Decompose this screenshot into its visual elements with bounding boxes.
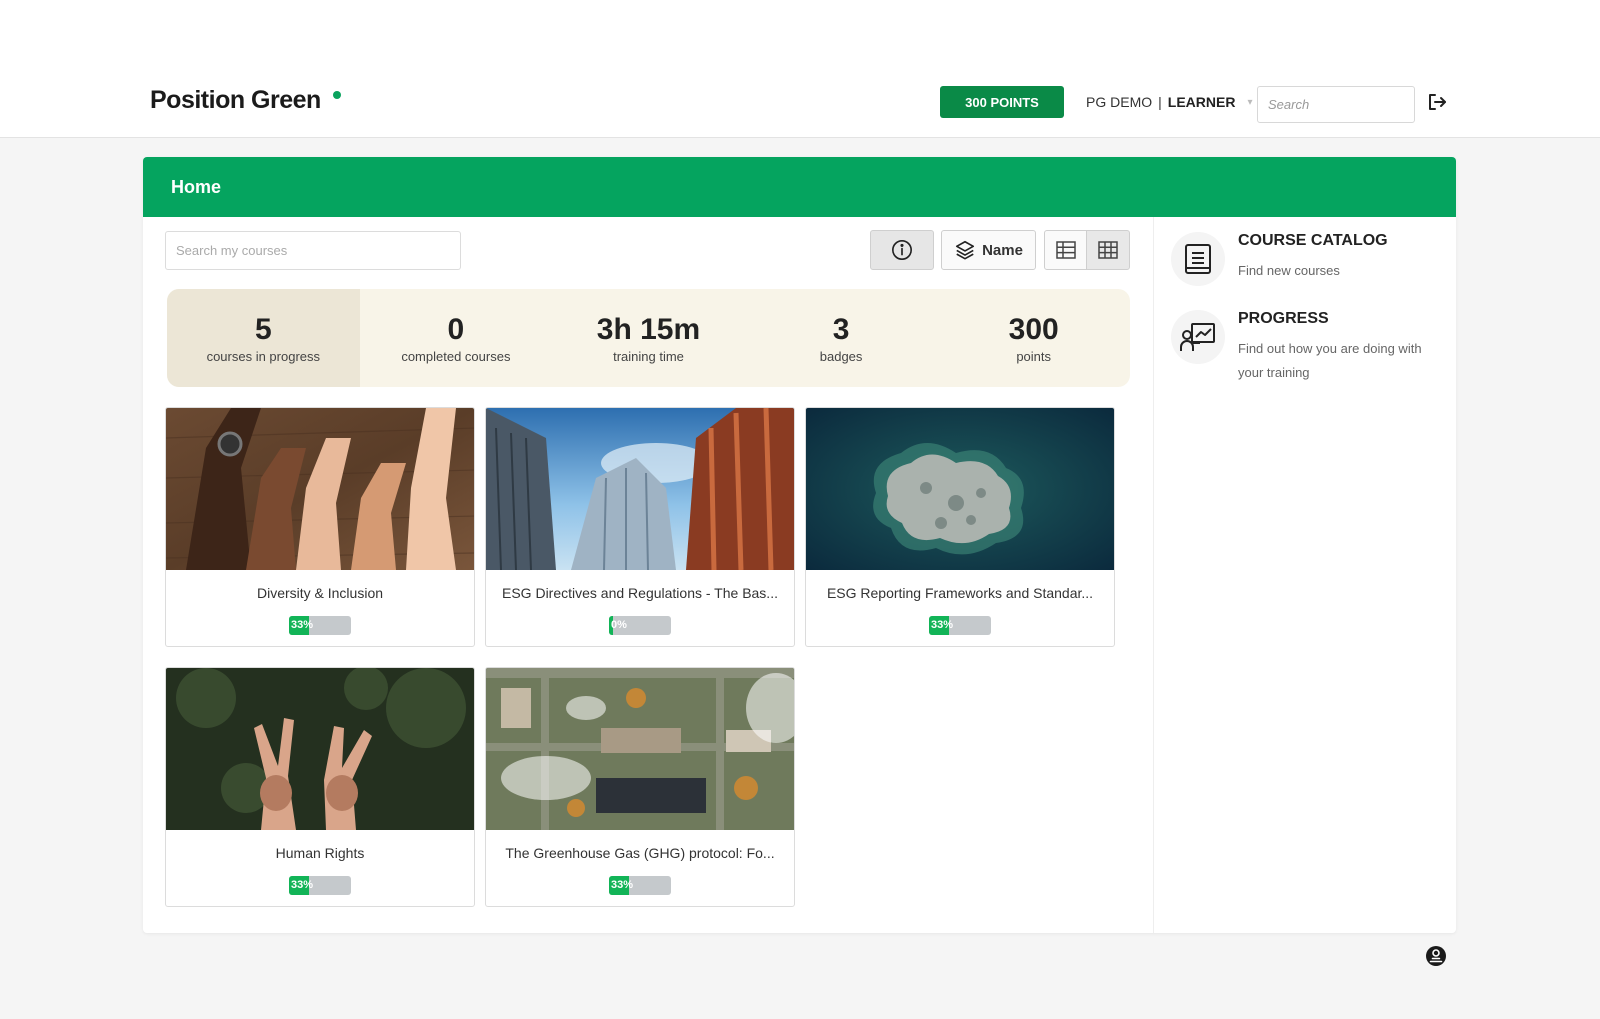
course-progress-bar: 33% [289, 876, 351, 895]
course-image-factory[interactable] [486, 668, 794, 830]
course-progress-label: 33% [931, 619, 954, 631]
sort-label: Name [982, 241, 1023, 259]
stat-label: training time [613, 348, 684, 364]
page-title-bar: Home [143, 157, 1456, 217]
chevron-down-icon[interactable]: ▾ [1247, 97, 1252, 108]
stat-label: points [1016, 348, 1052, 364]
course-title[interactable]: Diversity & Inclusion [166, 585, 474, 601]
layers-icon [955, 240, 975, 260]
info-icon [892, 240, 912, 260]
info-button[interactable] [870, 230, 934, 270]
stat-value: 3 [832, 312, 850, 346]
course-image-island[interactable] [806, 408, 1114, 570]
page-title: Home [171, 176, 222, 197]
stat-points[interactable]: 300 points [937, 289, 1130, 387]
course-title[interactable]: The Greenhouse Gas (GHG) protocol: Fo... [486, 845, 794, 861]
course-progress-bar: 33% [609, 876, 671, 895]
stat-label: completed courses [401, 348, 511, 364]
points-button[interactable]: 300 POINTS [940, 86, 1064, 118]
stat-training-time: 3h 15m training time [552, 289, 745, 387]
user-menu[interactable]: PG DEMO | LEARNER ▾ [1086, 94, 1252, 110]
logout-icon[interactable] [1425, 90, 1449, 114]
progress-chart-icon [1171, 310, 1225, 364]
help-icon[interactable] [1425, 945, 1447, 967]
logo-dot [333, 91, 341, 99]
course-image-buildings[interactable] [486, 408, 794, 570]
stat-label: courses in progress [206, 348, 321, 364]
sort-button[interactable]: Name [941, 230, 1036, 270]
home-panel: Home Name [143, 157, 1456, 933]
top-header: Position Green 300 POINTS PG DEMO | LEAR… [0, 0, 1600, 138]
course-title[interactable]: ESG Reporting Frameworks and Standar... [806, 585, 1114, 601]
list-view-icon [1055, 241, 1076, 259]
user-role: LEARNER [1167, 94, 1236, 110]
stat-value: 5 [254, 312, 272, 346]
logo[interactable]: Position Green [150, 86, 321, 115]
stat-badges[interactable]: 3 badges [745, 289, 938, 387]
stat-label: badges [819, 348, 863, 364]
book-icon [1171, 232, 1225, 286]
course-progress-label: 0% [611, 619, 627, 631]
header-search-input[interactable] [1257, 86, 1415, 123]
sidebar-item-title[interactable]: PROGRESS [1238, 310, 1329, 328]
user-separator: | [1158, 94, 1162, 110]
course-progress-label: 33% [291, 879, 314, 891]
course-card[interactable]: Diversity & Inclusion 33% [165, 407, 475, 647]
grid-view-icon [1098, 241, 1118, 259]
course-progress-label: 33% [291, 619, 314, 631]
course-image-hands[interactable] [166, 408, 474, 570]
stats-bar: 5 courses in progress 0 completed course… [167, 289, 1130, 387]
sidebar-item-description: Find new courses [1238, 263, 1340, 278]
stat-value: 3h 15m [596, 312, 701, 346]
course-progress-label: 33% [611, 879, 634, 891]
sidebar-item-title[interactable]: COURSE CATALOG [1238, 232, 1388, 250]
panel-divider [1153, 217, 1154, 933]
course-card[interactable]: Human Rights 33% [165, 667, 475, 907]
course-card[interactable]: ESG Reporting Frameworks and Standar... … [805, 407, 1115, 647]
course-title[interactable]: Human Rights [166, 845, 474, 861]
course-card[interactable]: ESG Directives and Regulations - The Bas… [485, 407, 795, 647]
stat-completed-courses[interactable]: 0 completed courses [360, 289, 553, 387]
list-view-button[interactable] [1044, 230, 1087, 270]
course-progress-bar: 33% [289, 616, 351, 635]
course-card[interactable]: The Greenhouse Gas (GHG) protocol: Fo...… [485, 667, 795, 907]
course-image-peace-hands[interactable] [166, 668, 474, 830]
user-org: PG DEMO [1086, 94, 1153, 110]
course-title[interactable]: ESG Directives and Regulations - The Bas… [486, 585, 794, 601]
stat-value: 0 [447, 312, 465, 346]
sidebar-item-description: Find out how you are doing with your tra… [1238, 341, 1422, 380]
stat-value: 300 [1008, 312, 1059, 346]
courses-search-input[interactable] [165, 231, 461, 270]
course-progress-bar: 33% [929, 616, 991, 635]
stat-courses-in-progress[interactable]: 5 courses in progress [167, 289, 360, 387]
course-progress-bar: 0% [609, 616, 671, 635]
grid-view-button[interactable] [1086, 230, 1130, 270]
